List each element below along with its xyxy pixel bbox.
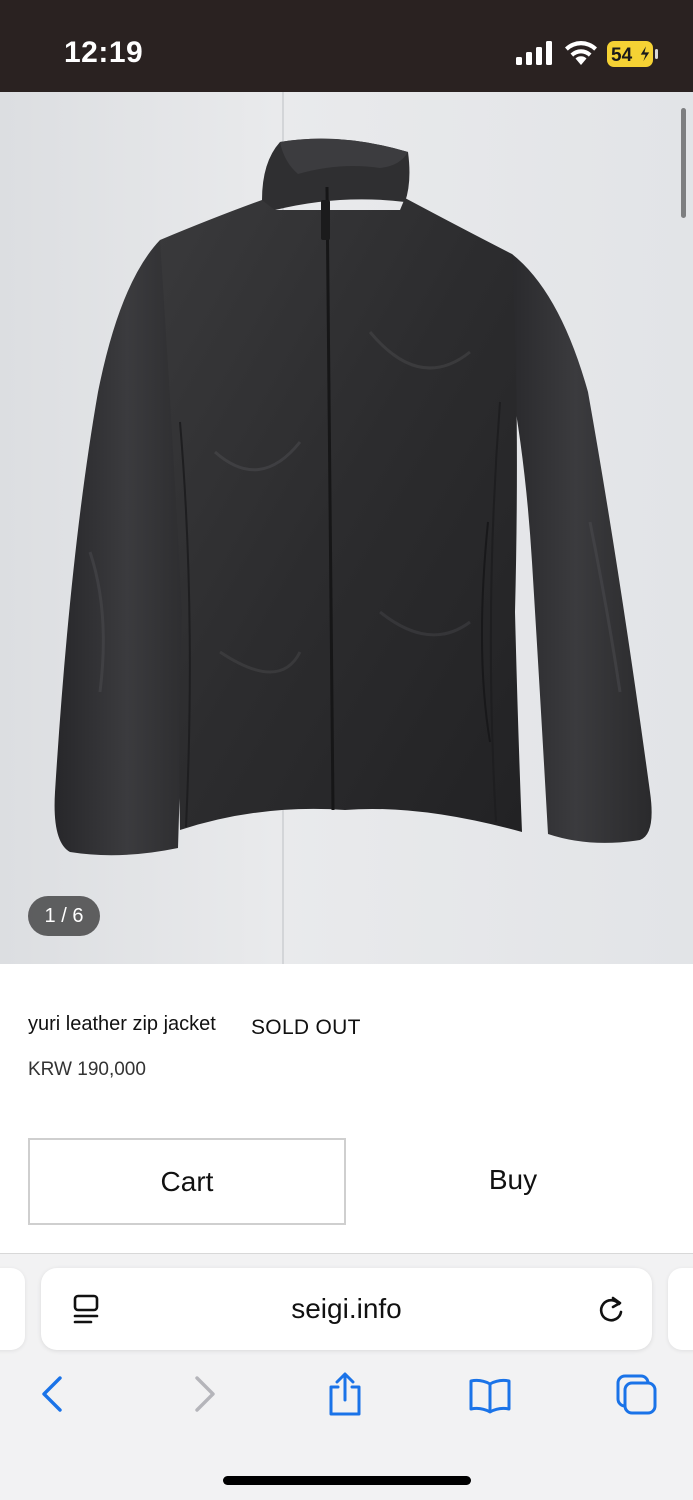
signal-icon: [516, 41, 552, 65]
cart-button[interactable]: Cart: [28, 1138, 346, 1225]
previous-tab-preview[interactable]: [0, 1268, 25, 1350]
sold-out-badge: SOLD OUT: [251, 1016, 361, 1039]
product-name: yuri leather zip jacket: [28, 1013, 216, 1035]
buy-button[interactable]: Buy: [362, 1138, 664, 1225]
product-price: KRW 190,000: [28, 1059, 146, 1080]
forward-icon[interactable]: [181, 1372, 225, 1416]
reload-icon[interactable]: [595, 1294, 627, 1326]
scroll-indicator: [681, 108, 686, 218]
home-indicator: [223, 1476, 471, 1485]
tabs-icon[interactable]: [614, 1372, 658, 1416]
next-tab-preview[interactable]: [668, 1268, 693, 1350]
status-bar: 12:19 54: [0, 0, 693, 92]
wifi-icon: [565, 41, 597, 65]
product-image-gallery[interactable]: 1 / 6: [0, 92, 693, 964]
share-icon[interactable]: [323, 1372, 367, 1416]
action-bar: Cart Buy: [0, 1120, 693, 1254]
browser-toolbar: seigi.info: [0, 1254, 693, 1500]
battery-level: 54: [611, 45, 633, 66]
product-info: yuri leather zip jacket SOLD OUT KRW 190…: [0, 964, 693, 1120]
back-icon[interactable]: [32, 1372, 76, 1416]
bookmarks-icon[interactable]: [468, 1372, 512, 1416]
status-time: 12:19: [64, 36, 144, 69]
reader-icon[interactable]: [71, 1294, 103, 1328]
battery-charging-icon: 54: [607, 41, 658, 67]
url-text[interactable]: seigi.info: [41, 1268, 652, 1350]
jacket-image: [0, 92, 693, 964]
address-bar[interactable]: seigi.info: [41, 1268, 652, 1350]
image-counter: 1 / 6: [28, 896, 100, 936]
